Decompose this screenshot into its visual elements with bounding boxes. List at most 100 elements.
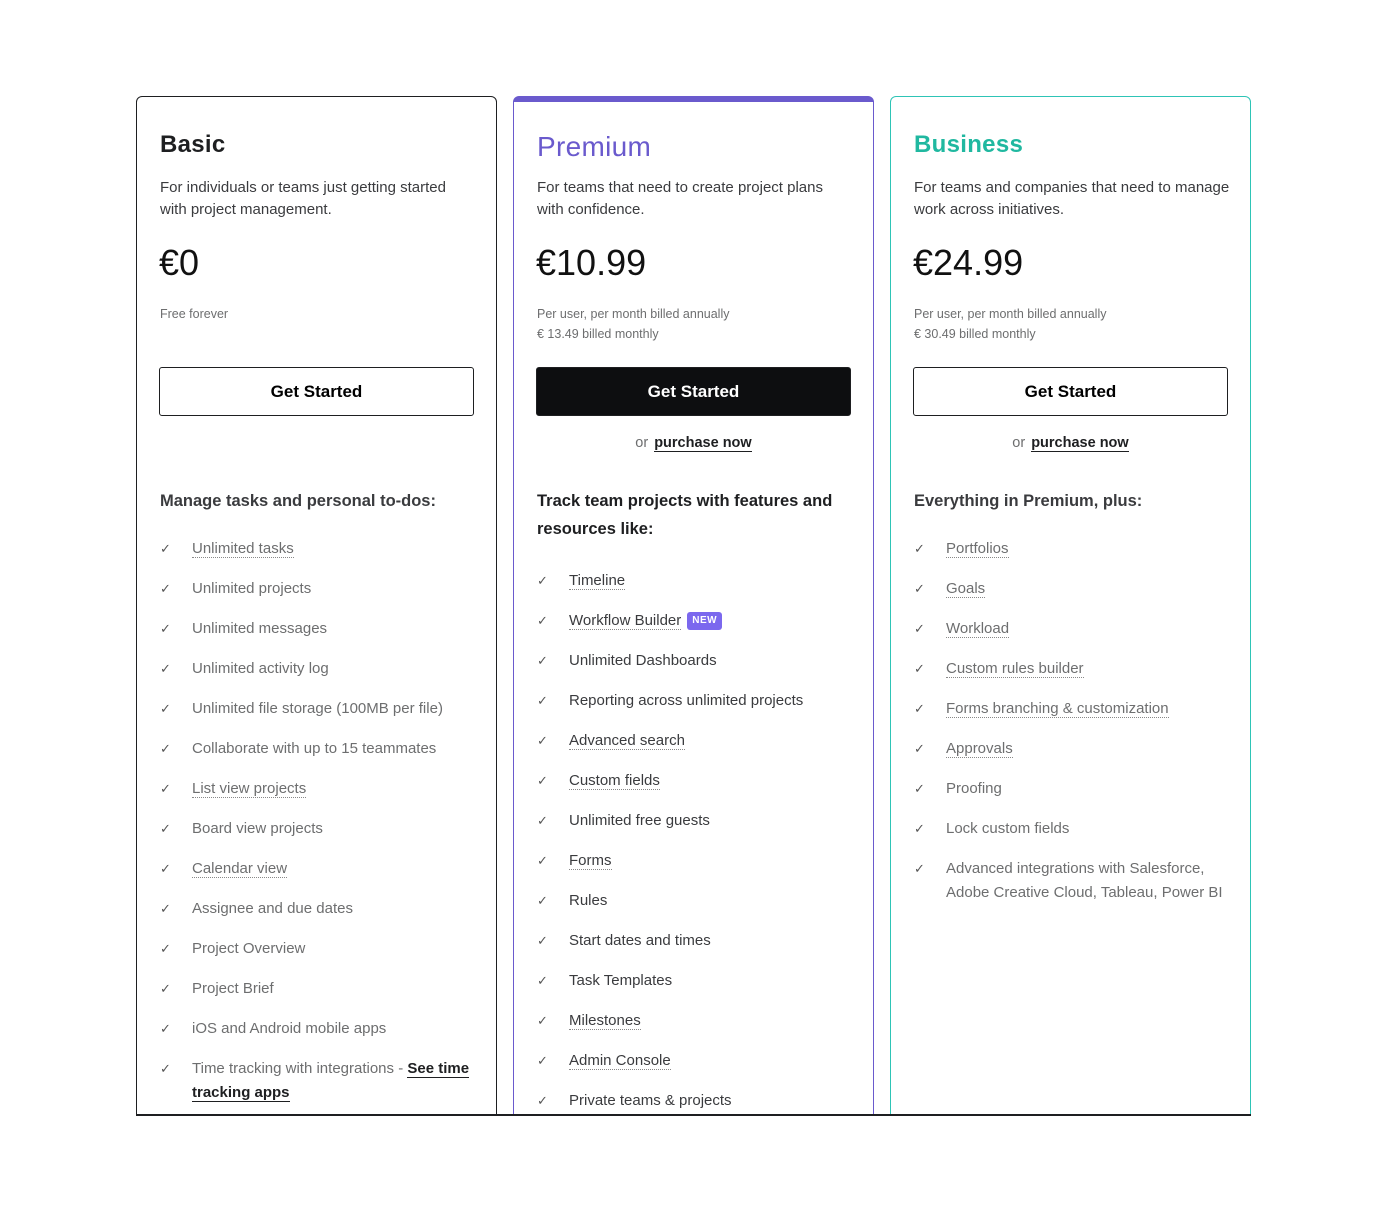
check-icon: ✓ (537, 653, 548, 668)
feature-label[interactable]: List view projects (192, 780, 307, 798)
feature-item: ✓ Advanced search (537, 729, 858, 753)
feature-item: ✓ Unlimited activity log (160, 657, 481, 681)
check-icon: ✓ (537, 893, 548, 908)
feature-item: ✓ Portfolios (914, 537, 1235, 561)
feature-label[interactable]: Forms branching & customization (946, 700, 1169, 718)
plan-card-premium: Premium For teams that need to create pr… (513, 96, 874, 1114)
feature-item: ✓ Unlimited messages (160, 617, 481, 641)
check-icon: ✓ (160, 581, 171, 596)
feature-item: ✓ Approvals (914, 737, 1235, 761)
feature-label[interactable]: Custom rules builder (946, 660, 1084, 678)
check-icon: ✓ (537, 1093, 548, 1108)
feature-label: Unlimited free guests (569, 812, 710, 829)
feature-item: ✓ Unlimited Dashboards (537, 649, 858, 673)
plan-price: €0 (159, 242, 200, 283)
feature-label[interactable]: Forms (569, 852, 612, 870)
check-icon: ✓ (160, 1061, 171, 1076)
feature-item: ✓ Rules (537, 889, 858, 913)
feature-label: Private teams & projects (569, 1092, 732, 1109)
feature-label: Unlimited messages (192, 620, 328, 637)
feature-item: ✓ Workflow Builder NEW (537, 609, 858, 633)
feature-label[interactable]: Goals (946, 580, 986, 598)
check-icon: ✓ (914, 621, 925, 636)
feature-label[interactable]: Advanced search (569, 732, 685, 750)
plan-description: For teams and companies that need to man… (914, 179, 1230, 218)
get-started-button[interactable]: Get Started (913, 367, 1228, 416)
billing-info: Free forever (160, 304, 228, 324)
check-icon: ✓ (160, 821, 171, 836)
check-icon: ✓ (160, 901, 171, 916)
feature-label: Unlimited activity log (192, 660, 329, 677)
feature-item: ✓ Forms (537, 849, 858, 873)
feature-label: Assignee and due dates (192, 900, 353, 917)
feature-label: Collaborate with up to 15 teammates (192, 740, 437, 757)
feature-item: ✓ Assignee and due dates (160, 897, 481, 921)
check-icon: ✓ (537, 773, 548, 788)
feature-item: ✓ Milestones (537, 1009, 858, 1033)
feature-item: ✓ Reporting across unlimited projects (537, 689, 858, 713)
feature-item: ✓ Unlimited file storage (100MB per file) (160, 697, 481, 721)
check-icon: ✓ (160, 701, 171, 716)
feature-label[interactable]: Calendar view (192, 860, 288, 878)
feature-label[interactable]: Admin Console (569, 1052, 671, 1070)
feature-label: iOS and Android mobile apps (192, 1020, 387, 1037)
get-started-button[interactable]: Get Started (536, 367, 851, 416)
feature-item: ✓ Project Overview (160, 937, 481, 961)
feature-label[interactable]: Workload (946, 620, 1010, 638)
check-icon: ✓ (537, 573, 548, 588)
plan-card-basic: Basic For individuals or teams just gett… (136, 96, 497, 1114)
check-icon: ✓ (160, 741, 171, 756)
feature-item: ✓ Task Templates (537, 969, 858, 993)
feature-item: ✓ Workload (914, 617, 1235, 641)
plan-price: €10.99 (536, 242, 647, 283)
feature-label: Reporting across unlimited projects (569, 692, 804, 709)
billing-annual: Per user, per month billed annually (537, 307, 730, 321)
feature-label[interactable]: Custom fields (569, 772, 660, 790)
purchase-now-link[interactable]: purchase now (654, 435, 752, 452)
check-icon: ✓ (914, 541, 925, 556)
purchase-option: or purchase now (891, 435, 1250, 452)
feature-item: ✓ iOS and Android mobile apps (160, 1017, 481, 1041)
check-icon: ✓ (914, 581, 925, 596)
feature-item: ✓ Admin Console (537, 1049, 858, 1073)
feature-item: ✓ Goals (914, 577, 1235, 601)
feature-label[interactable]: Workflow Builder (569, 612, 682, 630)
feature-label: Board view projects (192, 820, 323, 837)
feature-item: ✓ Board view projects (160, 817, 481, 841)
check-icon: ✓ (160, 661, 171, 676)
get-started-button[interactable]: Get Started (159, 367, 474, 416)
feature-label: Proofing (946, 780, 1002, 797)
plan-description: For teams that need to create project pl… (537, 179, 823, 218)
check-icon: ✓ (160, 781, 171, 796)
feature-label[interactable]: Timeline (569, 572, 626, 590)
plan-description: For individuals or teams just getting st… (160, 179, 446, 218)
purchase-now-link[interactable]: purchase now (1031, 435, 1129, 452)
feature-label: Project Brief (192, 980, 274, 997)
feature-label[interactable]: Unlimited tasks (192, 540, 294, 558)
or-text: or (1012, 435, 1026, 451)
feature-list: ✓ Unlimited tasks ✓ Unlimited projects ✓ Unli… (160, 537, 481, 1114)
feature-label[interactable]: Portfolios (946, 540, 1009, 558)
check-icon: ✓ (160, 861, 171, 876)
check-icon: ✓ (160, 621, 171, 636)
feature-item: ✓ Unlimited projects (160, 577, 481, 601)
feature-label: Unlimited Dashboards (569, 652, 717, 669)
feature-label[interactable]: Approvals (946, 740, 1013, 758)
feature-label[interactable]: Milestones (569, 1012, 641, 1030)
new-badge: NEW (687, 612, 723, 631)
check-icon: ✓ (537, 1013, 548, 1028)
check-icon: ✓ (537, 973, 548, 988)
plan-card-business: Business For teams and companies that ne… (890, 96, 1251, 1114)
check-icon: ✓ (160, 1021, 171, 1036)
or-text: or (635, 435, 649, 451)
plan-name: Basic (160, 131, 226, 158)
feature-label: Time tracking with integrations - (192, 1060, 408, 1077)
billing-info: Per user, per month billed annually € 13.… (537, 304, 729, 344)
check-icon: ✓ (914, 781, 925, 796)
feature-list: ✓ Portfolios ✓ Goals ✓ Workload ✓ Custom rules … (914, 537, 1235, 921)
billing-monthly: € 13.49 billed monthly (537, 327, 659, 341)
feature-item: ✓ Start dates and times (537, 929, 858, 953)
feature-item: ✓ Unlimited free guests (537, 809, 858, 833)
feature-item: ✓ Custom fields (537, 769, 858, 793)
feature-list: ✓ Timeline ✓ Workflow Builder NEW ✓ Unlimited … (537, 569, 858, 1114)
